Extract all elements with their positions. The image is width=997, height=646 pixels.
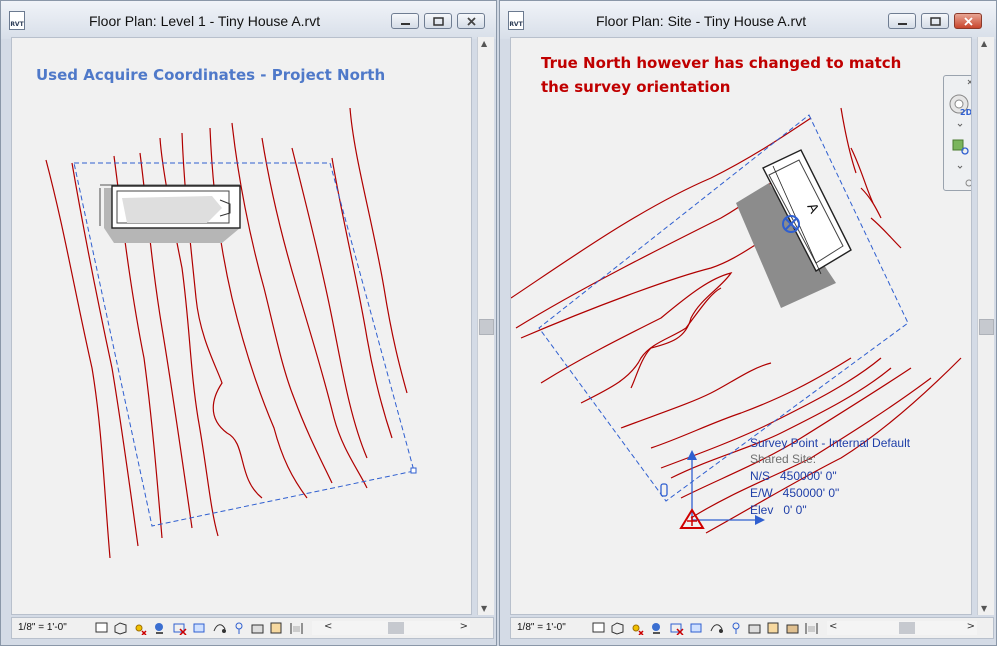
reveal-hidden-icon[interactable] (250, 621, 265, 635)
design-options-icon[interactable] (785, 621, 800, 635)
minimize-button[interactable] (888, 13, 916, 29)
right-view-control-bar: 1/8" = 1'-0" < > (510, 617, 994, 639)
nav-2d-label: 2D (960, 108, 972, 117)
view-scale[interactable]: 1/8" = 1'-0" (18, 622, 67, 633)
scroll-right-icon[interactable]: > (460, 621, 468, 632)
scroll-down-icon[interactable]: ▼ (481, 604, 487, 613)
temporary-hide-icon[interactable] (729, 621, 744, 635)
reveal-hidden-icon[interactable] (747, 621, 762, 635)
right-drawing-canvas[interactable]: A True North however has changed to matc… (510, 37, 972, 615)
right-view-window[interactable]: RVT Floor Plan: Site - Tiny House A.rvt (499, 0, 997, 646)
worksharing-icon[interactable] (269, 621, 284, 635)
crop-view-icon[interactable] (172, 621, 187, 635)
unlock-3d-icon[interactable] (212, 621, 227, 635)
survey-ns-value[interactable]: N/S 450000' 0" (750, 469, 837, 483)
right-drawing: A (511, 107, 962, 534)
close-button[interactable] (954, 13, 982, 29)
design-options-icon[interactable] (289, 621, 304, 635)
temporary-hide-icon[interactable] (232, 621, 247, 635)
right-contour-lines (511, 107, 962, 534)
right-building-plan[interactable]: A (736, 149, 852, 308)
left-vertical-scrollbar[interactable]: ▲ ▼ (477, 37, 494, 615)
crop-view-icon[interactable] (669, 621, 684, 635)
navigation-bar-icons (949, 79, 971, 187)
left-building-plan[interactable] (99, 184, 241, 243)
left-horizontal-scrollbar[interactable]: < > (312, 621, 470, 635)
left-view-window[interactable]: RVT Floor Plan: Level 1 - Tiny House A.r… (0, 0, 497, 646)
sun-path-icon[interactable] (629, 621, 644, 635)
close-icon (467, 17, 476, 26)
left-view-control-bar: 1/8" = 1'-0" < > (11, 617, 494, 639)
revit-file-icon: RVT (9, 11, 25, 30)
left-title-bar[interactable]: RVT Floor Plan: Level 1 - Tiny House A.r… (1, 1, 496, 39)
scroll-left-icon[interactable]: < (324, 621, 332, 632)
true-north-annotation-line1: True North however has changed to match (541, 54, 902, 72)
minimize-icon (898, 23, 907, 25)
visual-style-icon[interactable] (610, 621, 625, 635)
close-icon (964, 17, 973, 26)
right-hscroll-thumb[interactable] (899, 622, 915, 634)
project-north-annotation: Used Acquire Coordinates - Project North (36, 66, 386, 84)
worksharing-icon[interactable] (766, 621, 781, 635)
right-horizontal-scrollbar[interactable]: < > (827, 621, 977, 635)
minimize-icon (401, 23, 410, 25)
true-north-annotation-line2: the survey orientation (541, 78, 731, 96)
view-scale[interactable]: 1/8" = 1'-0" (517, 622, 566, 633)
scroll-right-icon[interactable]: > (967, 621, 975, 632)
maximize-icon (930, 17, 941, 26)
scroll-left-icon[interactable]: < (829, 621, 837, 632)
survey-ew-value[interactable]: E/W 450000' 0" (750, 486, 839, 500)
left-drawing-canvas[interactable]: Used Acquire Coordinates - Project North (11, 37, 472, 615)
detail-level-icon[interactable] (94, 621, 109, 635)
close-button[interactable] (457, 13, 485, 29)
maximize-button[interactable] (921, 13, 949, 29)
visual-style-icon[interactable] (113, 621, 128, 635)
right-window-title: Floor Plan: Site - Tiny House A.rvt (596, 13, 807, 29)
detail-level-icon[interactable] (591, 621, 606, 635)
right-vertical-scrollbar[interactable]: ▲ ▼ (977, 37, 994, 615)
show-crop-icon[interactable] (689, 621, 704, 635)
shadows-icon[interactable] (649, 621, 664, 635)
scroll-up-icon[interactable]: ▲ (981, 39, 987, 48)
left-drawing (45, 107, 417, 559)
maximize-button[interactable] (424, 13, 452, 29)
shared-site-label: Shared Site: (750, 452, 817, 466)
sun-path-icon[interactable] (132, 621, 147, 635)
survey-point-title: Survey Point - Internal Default (750, 436, 911, 450)
shadows-icon[interactable] (152, 621, 167, 635)
minimize-button[interactable] (391, 13, 419, 29)
revit-file-icon: RVT (508, 11, 524, 30)
left-window-title: Floor Plan: Level 1 - Tiny House A.rvt (89, 13, 321, 29)
maximize-icon (433, 17, 444, 26)
analytical-model-icon[interactable] (804, 621, 819, 635)
left-scroll-thumb[interactable] (479, 319, 494, 335)
right-title-bar[interactable]: RVT Floor Plan: Site - Tiny House A.rvt (500, 1, 996, 39)
scroll-up-icon[interactable]: ▲ (481, 39, 487, 48)
left-contour-lines (45, 107, 408, 559)
crop-grip[interactable] (410, 467, 417, 474)
left-hscroll-thumb[interactable] (388, 622, 404, 634)
unlock-3d-icon[interactable] (709, 621, 724, 635)
survey-elev-value[interactable]: Elev 0' 0" (750, 503, 807, 517)
show-crop-icon[interactable] (192, 621, 207, 635)
scroll-down-icon[interactable]: ▼ (981, 604, 987, 613)
right-scroll-thumb[interactable] (979, 319, 994, 335)
navigation-bar[interactable]: 2D (943, 75, 972, 191)
